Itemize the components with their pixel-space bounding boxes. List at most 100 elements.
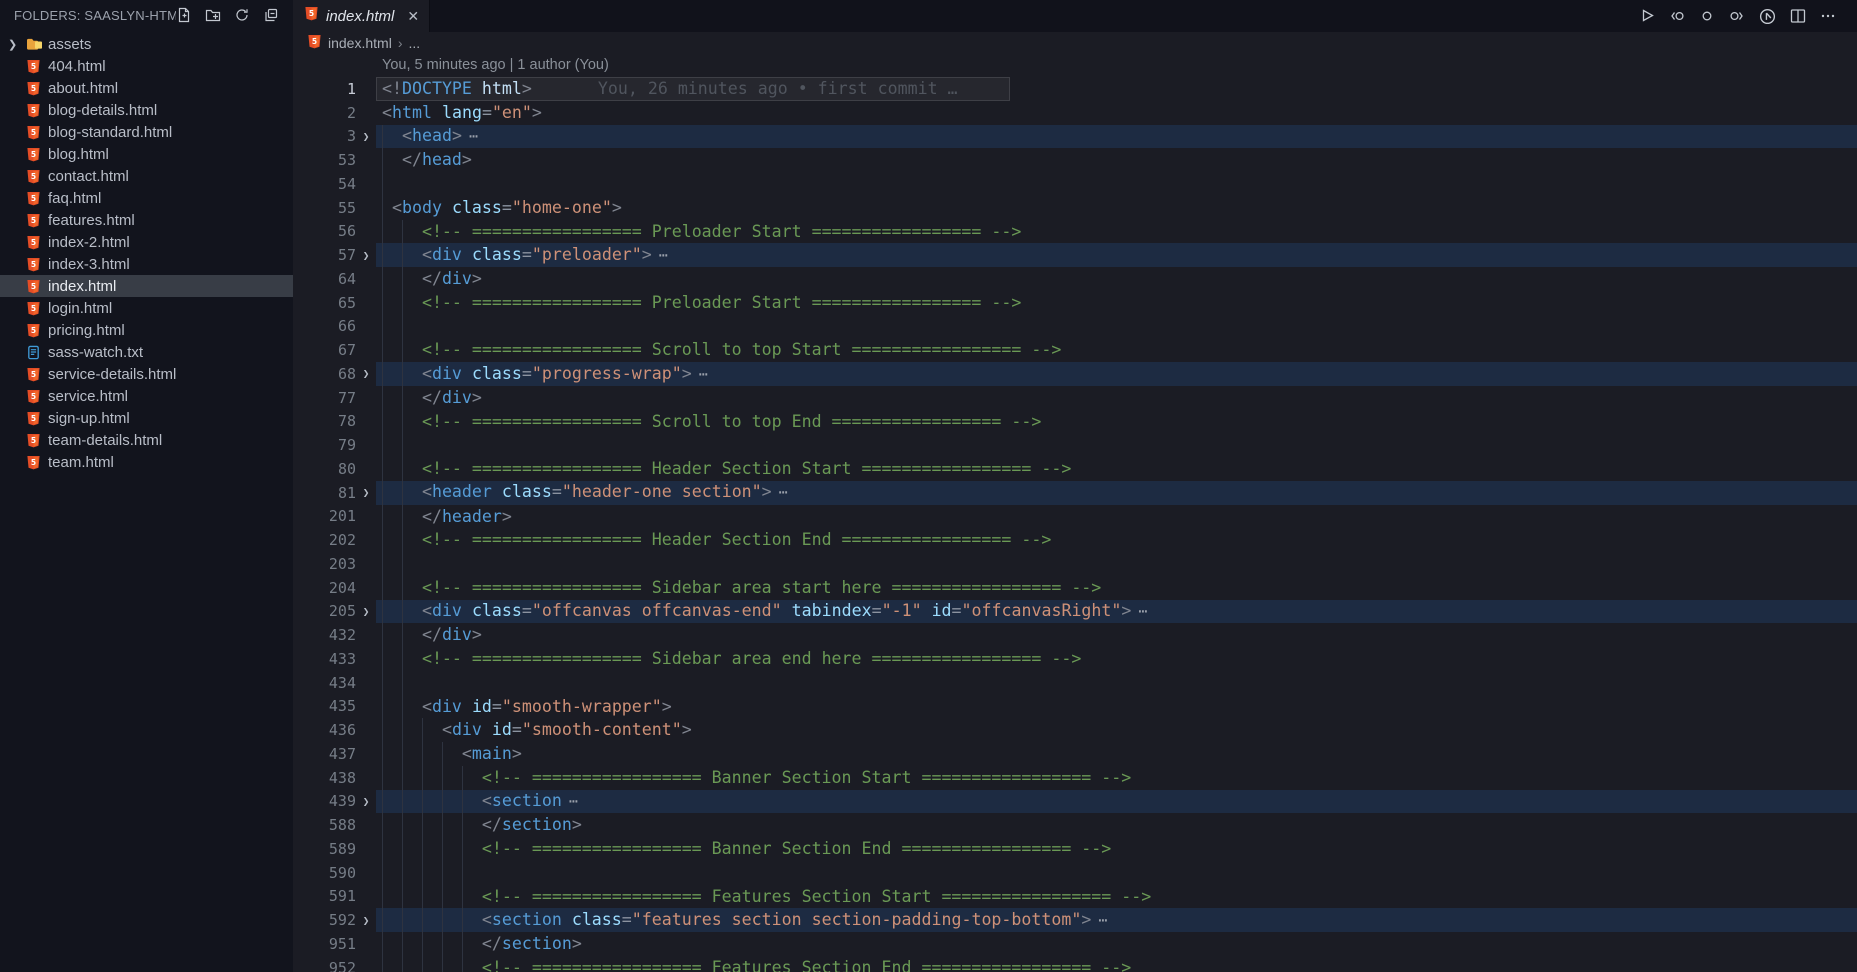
code-line-80[interactable]: 80<!-- ================= Header Section … [293, 457, 1857, 481]
code-line-439[interactable]: 439❯<section⋯ [293, 790, 1857, 814]
line-content[interactable]: <!-- ================= Header Section St… [376, 457, 1857, 481]
code-line-432[interactable]: 432</div> [293, 623, 1857, 647]
fold-chevron-icon[interactable]: ❯ [356, 795, 376, 808]
code-line-81[interactable]: 81❯<header class="header-one section">⋯ [293, 481, 1857, 505]
file-item-blog-html[interactable]: 5blog.html [0, 143, 293, 165]
code-line-55[interactable]: 55<body class="home-one"> [293, 196, 1857, 220]
file-item-404-html[interactable]: 5404.html [0, 55, 293, 77]
code-line-79[interactable]: 79 [293, 433, 1857, 457]
line-content[interactable]: <html lang="en"> [376, 101, 1857, 125]
line-content[interactable]: <div id="smooth-content"> [376, 718, 1857, 742]
line-content[interactable]: <!-- ================= Preloader Start =… [376, 291, 1857, 315]
code-line-66[interactable]: 66 [293, 315, 1857, 339]
code-line-201[interactable]: 201</header> [293, 505, 1857, 529]
more-actions-icon[interactable] [1819, 7, 1837, 25]
file-item-service-details-html[interactable]: 5service-details.html [0, 363, 293, 385]
line-content[interactable]: <!-- ================= Banner Section St… [376, 766, 1857, 790]
code-line-434[interactable]: 434 [293, 671, 1857, 695]
code-line-952[interactable]: 952<!-- ================= Features Secti… [293, 956, 1857, 972]
folded-code-ellipsis-icon[interactable]: ⋯ [779, 483, 789, 501]
breadcrumb-file[interactable]: index.html [328, 35, 392, 51]
code-line-77[interactable]: 77</div> [293, 386, 1857, 410]
fold-chevron-icon[interactable]: ❯ [356, 914, 376, 927]
fold-chevron-icon[interactable]: ❯ [356, 486, 376, 499]
next-change-icon[interactable] [1728, 7, 1746, 25]
code-line-1[interactable]: 1<!DOCTYPE html>You, 26 minutes ago • fi… [293, 77, 1857, 101]
line-content[interactable]: </header> [376, 505, 1857, 529]
line-content[interactable]: <!-- ================= Features Section … [376, 885, 1857, 909]
code-line-951[interactable]: 951</section> [293, 932, 1857, 956]
file-item-faq-html[interactable]: 5faq.html [0, 187, 293, 209]
file-item-index-html[interactable]: 5index.html [0, 275, 293, 297]
line-content[interactable]: <main> [376, 742, 1857, 766]
line-content[interactable]: <header class="header-one section">⋯ [376, 481, 1857, 505]
file-item-contact-html[interactable]: 5contact.html [0, 165, 293, 187]
run-code-icon[interactable] [1638, 7, 1656, 25]
code-line-65[interactable]: 65<!-- ================= Preloader Start… [293, 291, 1857, 315]
file-item-blog-details-html[interactable]: 5blog-details.html [0, 99, 293, 121]
line-content[interactable]: <!-- ================= Sidebar area star… [376, 576, 1857, 600]
live-preview-icon[interactable] [1758, 7, 1777, 26]
code-line-67[interactable]: 67<!-- ================= Scroll to top S… [293, 338, 1857, 362]
line-content[interactable]: <!-- ================= Features Section … [376, 956, 1857, 972]
code-line-3[interactable]: 3❯<head>⋯ [293, 125, 1857, 149]
line-content[interactable]: <section class="features section section… [376, 908, 1857, 932]
chevron-right-icon[interactable]: ❯ [8, 38, 26, 51]
line-content[interactable]: </section> [376, 932, 1857, 956]
file-item-service-html[interactable]: 5service.html [0, 385, 293, 407]
refresh-icon[interactable] [234, 7, 250, 23]
file-item-index-2-html[interactable]: 5index-2.html [0, 231, 293, 253]
code-line-57[interactable]: 57❯<div class="preloader">⋯ [293, 243, 1857, 267]
line-content[interactable]: <!-- ================= Sidebar area end … [376, 647, 1857, 671]
close-tab-icon[interactable]: ✕ [407, 9, 419, 23]
file-item-login-html[interactable]: 5login.html [0, 297, 293, 319]
line-content[interactable]: <!-- ================= Banner Section En… [376, 837, 1857, 861]
file-item-team-details-html[interactable]: 5team-details.html [0, 429, 293, 451]
collapse-folders-icon[interactable] [263, 7, 279, 23]
line-content[interactable]: </section> [376, 813, 1857, 837]
folded-code-ellipsis-icon[interactable]: ⋯ [569, 792, 579, 810]
code-line-435[interactable]: 435<div id="smooth-wrapper"> [293, 695, 1857, 719]
code-line-202[interactable]: 202<!-- ================= Header Section… [293, 528, 1857, 552]
line-content[interactable] [376, 172, 1857, 196]
fold-chevron-icon[interactable]: ❯ [356, 130, 376, 143]
code-line-53[interactable]: 53</head> [293, 148, 1857, 172]
file-item-assets[interactable]: ❯assets [0, 33, 293, 55]
code-line-592[interactable]: 592❯<section class="features section sec… [293, 908, 1857, 932]
code-line-78[interactable]: 78<!-- ================= Scroll to top E… [293, 410, 1857, 434]
line-content[interactable]: </div> [376, 267, 1857, 291]
line-content[interactable]: <!DOCTYPE html>You, 26 minutes ago • fir… [376, 77, 1857, 101]
file-item-features-html[interactable]: 5features.html [0, 209, 293, 231]
file-item-pricing-html[interactable]: 5pricing.html [0, 319, 293, 341]
code-line-590[interactable]: 590 [293, 861, 1857, 885]
fold-chevron-icon[interactable]: ❯ [356, 367, 376, 380]
code-line-591[interactable]: 591<!-- ================= Features Secti… [293, 885, 1857, 909]
file-item-about-html[interactable]: 5about.html [0, 77, 293, 99]
line-content[interactable] [376, 671, 1857, 695]
line-content[interactable] [376, 552, 1857, 576]
code-line-589[interactable]: 589<!-- ================= Banner Section… [293, 837, 1857, 861]
code-line-437[interactable]: 437<main> [293, 742, 1857, 766]
code-line-588[interactable]: 588</section> [293, 813, 1857, 837]
line-content[interactable]: <body class="home-one"> [376, 196, 1857, 220]
folded-code-ellipsis-icon[interactable]: ⋯ [469, 127, 479, 145]
code-line-54[interactable]: 54 [293, 172, 1857, 196]
line-content[interactable]: </div> [376, 386, 1857, 410]
breadcrumb-more[interactable]: ... [408, 35, 420, 51]
code-line-203[interactable]: 203 [293, 552, 1857, 576]
line-content[interactable]: <!-- ================= Header Section En… [376, 528, 1857, 552]
file-item-team-html[interactable]: 5team.html [0, 451, 293, 473]
code-line-204[interactable]: 204<!-- ================= Sidebar area s… [293, 576, 1857, 600]
file-item-sass-watch-txt[interactable]: sass-watch.txt [0, 341, 293, 363]
code-line-438[interactable]: 438<!-- ================= Banner Section… [293, 766, 1857, 790]
line-content[interactable]: <!-- ================= Preloader Start =… [376, 220, 1857, 244]
file-item-blog-standard-html[interactable]: 5blog-standard.html [0, 121, 293, 143]
file-item-index-3-html[interactable]: 5index-3.html [0, 253, 293, 275]
code-line-64[interactable]: 64</div> [293, 267, 1857, 291]
line-content[interactable]: </head> [376, 148, 1857, 172]
line-content[interactable]: <div id="smooth-wrapper"> [376, 695, 1857, 719]
line-content[interactable]: <head>⋯ [376, 125, 1857, 149]
line-content[interactable]: <!-- ================= Scroll to top Sta… [376, 338, 1857, 362]
line-content[interactable]: </div> [376, 623, 1857, 647]
code-line-68[interactable]: 68❯<div class="progress-wrap">⋯ [293, 362, 1857, 386]
